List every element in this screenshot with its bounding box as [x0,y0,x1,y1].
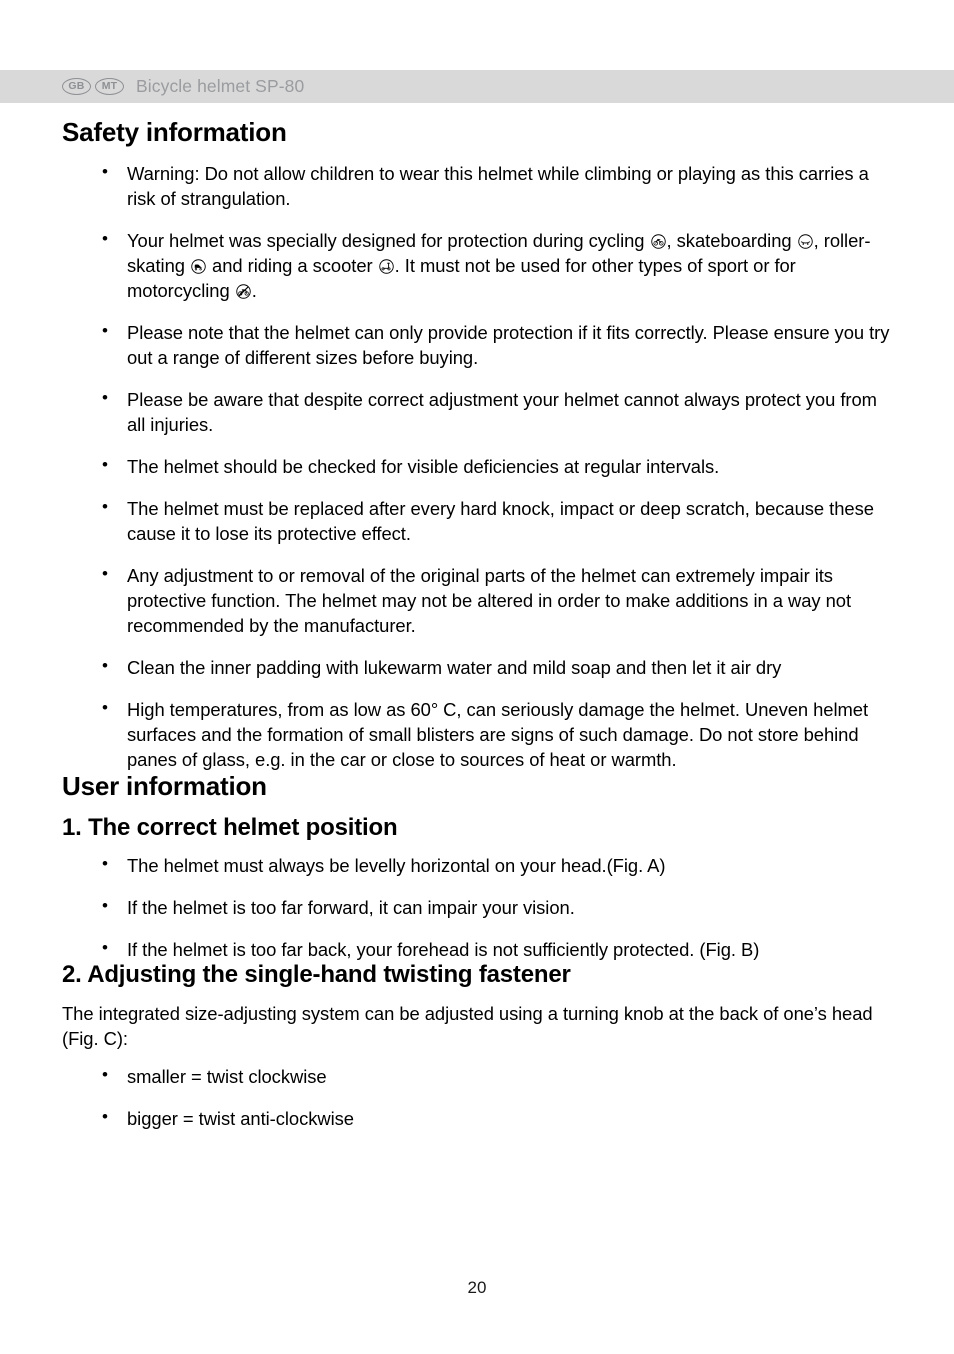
user-information-heading: User information [62,771,267,802]
list-item: High temperatures, from as low as 60° C,… [62,696,892,772]
list-item: Please note that the helmet can only pro… [62,319,892,370]
safety-bullet-list: Warning: Do not allow children to wear t… [62,160,892,773]
list-item: The helmet should be checked for visible… [62,453,892,479]
bullet-text: Warning: Do not allow children to wear t… [127,162,869,209]
list-item: If the helmet is too far back, your fore… [62,936,892,962]
bullet-text-segment: and riding a scooter [206,254,378,276]
bullet-text: The helmet must be replaced after every … [127,497,874,544]
bullet-text: If the helmet is too far forward, it can… [127,897,575,919]
section-1-heading: 1. The correct helmet position [62,813,398,841]
section-2-paragraph: The integrated size-adjusting system can… [62,1002,873,1049]
list-item: The helmet must be replaced after every … [62,495,892,546]
list-item: Any adjustment to or removal of the orig… [62,562,892,638]
bullet-text: Clean the inner padding with lukewarm wa… [127,657,782,679]
safety-information-heading: Safety information [62,117,287,147]
list-item: If the helmet is too far forward, it can… [62,894,892,920]
page-number: 20 [467,1278,487,1297]
list-item: Warning: Do not allow children to wear t… [62,160,892,211]
bicycle-icon [650,233,666,249]
list-item: smaller = twist clockwise [62,1063,892,1089]
bullet-text: Any adjustment to or removal of the orig… [127,564,852,637]
gb-badge: GB [62,78,91,95]
list-item: bigger = twist anti-clockwise [62,1105,892,1131]
section-2-bullet-list: smaller = twist clockwise bigger = twist… [62,1063,892,1131]
bullet-text: The helmet should be checked for visible… [127,455,720,477]
list-item: Please be aware that despite correct adj… [62,386,892,437]
bullet-text: High temperatures, from as low as 60° C,… [127,699,869,771]
bullet-text-segment: . [251,279,257,301]
bullet-text: If the helmet is too far back, your fore… [127,939,760,961]
scooter-icon [378,258,394,274]
bullet-text: smaller = twist clockwise [127,1065,327,1087]
list-item: Clean the inner padding with lukewarm wa… [62,654,892,680]
header-title: Bicycle helmet SP-80 [136,76,305,96]
skateboard-icon [797,233,813,249]
bullet-text: Please be aware that despite correct adj… [127,388,877,435]
document-content: Safety information Warning: Do not allow… [62,118,892,1131]
roller-skate-icon [191,258,206,274]
bullet-text-segment: , skateboarding [666,229,797,251]
list-item: The helmet must always be levelly horizo… [62,852,892,878]
page-header: GB MT Bicycle helmet SP-80 [0,70,954,103]
bullet-text-segment: Your helmet was specially designed for p… [127,229,650,251]
bullet-text: The helmet must always be levelly horizo… [127,855,666,877]
section-1-bullet-list: The helmet must always be levelly horizo… [62,852,892,962]
no-motorcycle-icon [235,284,251,299]
section-2-heading: 2. Adjusting the single-hand twisting fa… [62,961,571,989]
bullet-text: bigger = twist anti-clockwise [127,1107,354,1129]
bullet-text: Please note that the helmet can only pro… [127,321,890,368]
mt-badge: MT [95,78,124,95]
list-item: Your helmet was specially designed for p… [62,227,892,303]
